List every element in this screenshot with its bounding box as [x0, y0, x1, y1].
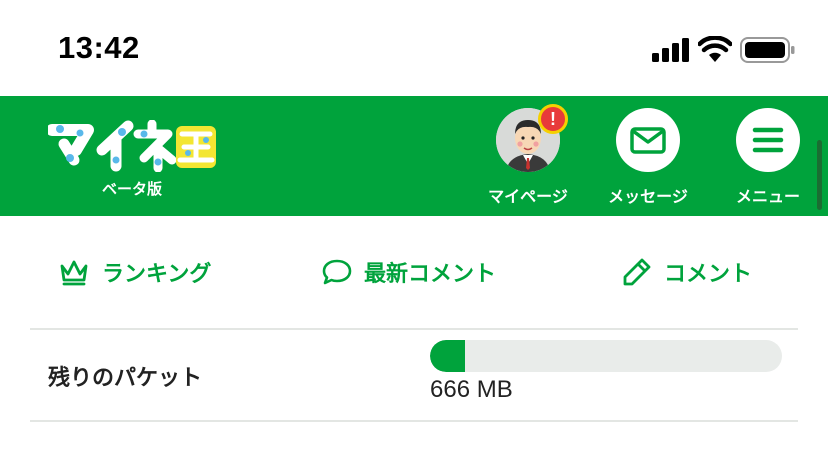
- beta-label: ベータ版: [102, 180, 163, 198]
- battery-icon: [740, 37, 795, 63]
- packet-progress-bar: [430, 340, 782, 372]
- app-header: ベータ版 ! マイページ メッセージ メニュー: [0, 96, 828, 216]
- menu-label: メニュー: [735, 187, 800, 206]
- mineo-logo[interactable]: [48, 120, 220, 172]
- menu-button[interactable]: メニュー: [718, 108, 818, 208]
- status-time: 13:42: [58, 30, 140, 65]
- alert-badge: !: [538, 104, 568, 134]
- nav-latest-comments[interactable]: 最新コメント: [322, 256, 496, 288]
- nav-latest-comments-label: 最新コメント: [364, 262, 497, 287]
- pencil-icon: [623, 258, 651, 286]
- divider-bottom: [30, 420, 798, 422]
- crown-icon: [60, 260, 88, 286]
- status-bar: 13:42: [0, 0, 828, 96]
- divider-top: [30, 328, 798, 330]
- mypage-label: マイページ: [488, 187, 568, 206]
- cellular-signal-icon: [652, 38, 689, 62]
- message-button[interactable]: メッセージ: [598, 108, 698, 208]
- remaining-packet-value: 666 MB: [430, 376, 513, 403]
- message-label: メッセージ: [608, 187, 688, 206]
- nav-ranking-label: ランキング: [102, 262, 212, 287]
- envelope-icon: [630, 127, 666, 154]
- remaining-packet-label: 残りのパケット: [48, 366, 203, 391]
- hamburger-icon: [752, 127, 784, 153]
- message-button-circle: [616, 108, 680, 172]
- nav-comment[interactable]: コメント: [622, 256, 752, 288]
- packet-progress-fill: [430, 340, 466, 372]
- mypage-button[interactable]: ! マイページ: [478, 104, 578, 208]
- nav-comment-label: コメント: [664, 262, 753, 287]
- nav-ranking[interactable]: ランキング: [58, 256, 211, 288]
- scrollbar[interactable]: [817, 140, 822, 210]
- menu-button-circle: [736, 108, 800, 172]
- quick-nav: ランキング 最新コメント コメント: [0, 216, 828, 328]
- speech-bubble-icon: [322, 259, 352, 285]
- wifi-icon: [698, 36, 732, 62]
